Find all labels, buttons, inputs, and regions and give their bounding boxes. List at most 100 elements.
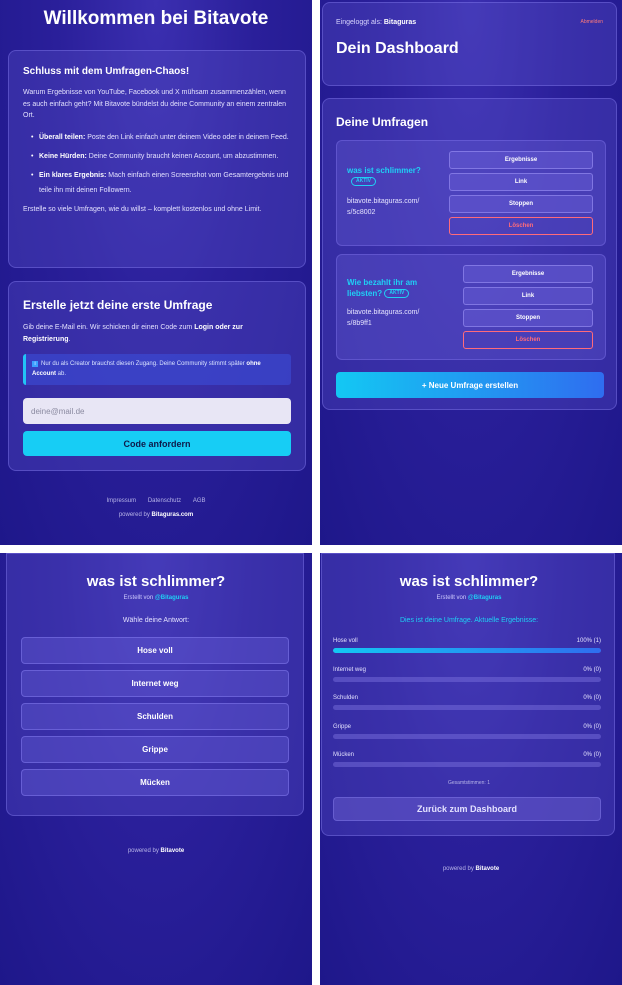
result-label: Mücken — [333, 752, 355, 758]
dashboard-header-card: Eingeloggt als: Bitaguras Abmelden Dein … — [322, 2, 617, 86]
signup-desc-text: Gib deine E-Mail ein. Wir schicken dir e… — [23, 324, 195, 331]
email-field[interactable] — [23, 398, 291, 424]
vote-option[interactable]: Hose voll — [21, 637, 289, 664]
vote-card: was ist schlimmer? Erstellt von @Bitagur… — [6, 553, 304, 816]
poll-question-text: was ist schlimmer? — [347, 166, 421, 175]
vote-option[interactable]: Grippe — [21, 736, 289, 763]
poll-url: bitavote.bitaguras.com/ s/8b9ff1 — [347, 307, 419, 329]
logout-link[interactable]: Abmelden — [580, 19, 603, 25]
delete-button[interactable]: Löschen — [463, 331, 593, 349]
author-label: Erstellt von — [436, 595, 468, 601]
intro-outro: Erstelle so viele Umfragen, wie du wills… — [23, 205, 262, 213]
signup-desc-login: Login — [194, 324, 214, 331]
poll-title: was ist schlimmer? — [86, 573, 226, 590]
vote-panel: was ist schlimmer? Erstellt von @Bitagur… — [0, 553, 312, 985]
result-row: Schulden 0% (0) — [333, 695, 601, 710]
link-button[interactable]: Link — [449, 173, 593, 191]
intro-text: Warum Ergebnisse von YouTube, Facebook u… — [23, 89, 287, 119]
result-bar-track — [333, 705, 601, 710]
results-button[interactable]: Ergebnisse — [463, 265, 593, 283]
result-value: 100% (1) — [576, 638, 601, 644]
result-bar-track — [333, 648, 601, 653]
poll-actions: Ergebnisse Link Stoppen Löschen — [449, 151, 593, 239]
feature-bold: Keine Hürden: — [39, 152, 87, 160]
result-value: 0% (0) — [583, 695, 601, 701]
feature-list: Überall teilen: Poste den Link einfach u… — [31, 130, 291, 198]
powered-by: powered by Bitavote — [0, 848, 312, 854]
author-label: Erstellt von — [123, 595, 155, 601]
poll-url-line: s/5c8002 — [347, 209, 376, 216]
link-button[interactable]: Link — [463, 287, 593, 305]
status-badge: AKTIV — [384, 289, 410, 299]
choose-prompt: Wähle deine Antwort: — [122, 617, 190, 624]
poll-author: Erstellt von @Bitaguras — [322, 595, 616, 601]
new-poll-button[interactable]: + Neue Umfrage erstellen — [336, 372, 604, 398]
poll-question-text: liebsten? — [347, 289, 383, 298]
poll-question: was ist schlimmer? AKTIV — [347, 165, 421, 187]
signup-description: Gib deine E-Mail ein. Wir schicken dir e… — [23, 322, 291, 345]
footer-links: Impressum Datenschutz AGB — [0, 498, 312, 504]
poll-question: Wie bezahlt ihr am liebsten? AKTIV — [347, 277, 417, 299]
feature-bold: Ein klares Ergebnis: — [39, 171, 107, 179]
powered-label: powered by — [442, 866, 476, 872]
polls-heading: Deine Umfragen — [336, 115, 429, 129]
poll-url-line: bitavote.bitaguras.com/ — [347, 309, 420, 316]
result-value: 0% (0) — [583, 752, 601, 758]
impressum-link[interactable]: Impressum — [106, 498, 136, 504]
delete-button[interactable]: Löschen — [449, 217, 593, 235]
poll-url-line: s/8b9ff1 — [347, 320, 372, 327]
request-code-button[interactable]: Code anfordern — [23, 431, 291, 456]
poll-url: bitavote.bitaguras.com/ s/5c8002 — [347, 196, 419, 218]
vote-option[interactable]: Mücken — [21, 769, 289, 796]
owner-note: Dies ist deine Umfrage. Aktuelle Ergebni… — [399, 617, 539, 624]
results-panel: was ist schlimmer? Erstellt von @Bitagur… — [320, 553, 622, 985]
powered-brand: Bitavote — [475, 866, 500, 872]
author-handle: @Bitaguras — [154, 595, 189, 601]
username: Bitaguras — [383, 19, 417, 26]
poll-question-text: Wie bezahlt ihr am — [347, 278, 418, 287]
stop-button[interactable]: Stoppen — [449, 195, 593, 213]
vote-option[interactable]: Schulden — [21, 703, 289, 730]
powered-brand: Bitavote — [160, 848, 185, 854]
login-status: Eingeloggt als: Bitaguras Abmelden — [336, 19, 603, 26]
signup-heading: Erstelle jetzt deine erste Umfrage — [23, 298, 213, 312]
total-votes: Gesamtstimmen: 1 — [448, 780, 490, 786]
result-bar-track — [333, 734, 601, 739]
datenschutz-link[interactable]: Datenschutz — [148, 498, 181, 504]
result-bar-track — [333, 762, 601, 767]
stop-button[interactable]: Stoppen — [463, 309, 593, 327]
signup-desc-end: . — [68, 335, 71, 343]
intro-card: Schluss mit dem Umfragen-Chaos! Warum Er… — [8, 50, 306, 268]
poll-item: was ist schlimmer? AKTIV bitavote.bitagu… — [336, 140, 606, 246]
results-button[interactable]: Ergebnisse — [449, 151, 593, 169]
info-text: Nur du als Creator brauchst diesen Zugan… — [41, 361, 247, 367]
dashboard-title: Dein Dashboard — [336, 40, 459, 57]
powered-brand: Bitaguras.com — [151, 512, 194, 518]
page-title: Willkommen bei Bitavote — [43, 8, 269, 29]
status-badge: AKTIV — [351, 177, 376, 187]
powered-label: powered by — [118, 512, 152, 518]
creator-info-box: i Nur du als Creator brauchst diesen Zuga… — [23, 354, 291, 385]
result-row: Grippe 0% (0) — [333, 724, 601, 739]
dashboard-panel: Eingeloggt als: Bitaguras Abmelden Dein … — [320, 0, 622, 545]
polls-card: Deine Umfragen was ist schlimmer? AKTIV … — [322, 98, 617, 410]
result-value: 0% (0) — [583, 724, 601, 730]
agb-link[interactable]: AGB — [193, 498, 206, 504]
logged-in-label: Eingeloggt als: — [336, 19, 384, 26]
back-to-dashboard-button[interactable]: Zurück zum Dashboard — [333, 797, 601, 821]
poll-url-line: bitavote.bitaguras.com/ — [347, 198, 420, 205]
poll-author: Erstellt von @Bitaguras — [7, 595, 305, 601]
feature-bold: Überall teilen: — [39, 133, 86, 141]
result-label: Schulden — [333, 695, 359, 701]
result-row: Mücken 0% (0) — [333, 752, 601, 767]
result-label: Grippe — [333, 724, 352, 730]
result-value: 0% (0) — [583, 667, 601, 673]
result-row: Internet weg 0% (0) — [333, 667, 601, 682]
results-card: was ist schlimmer? Erstellt von @Bitagur… — [321, 553, 615, 836]
intro-heading: Schluss mit dem Umfragen-Chaos! — [23, 66, 190, 77]
poll-actions: Ergebnisse Link Stoppen Löschen — [463, 265, 593, 353]
landing-panel: Willkommen bei Bitavote Schluss mit dem … — [0, 0, 312, 545]
info-end: ab. — [56, 371, 67, 377]
vote-option[interactable]: Internet weg — [21, 670, 289, 697]
feature-item: Keine Hürden: Deine Community braucht ke… — [31, 149, 291, 164]
